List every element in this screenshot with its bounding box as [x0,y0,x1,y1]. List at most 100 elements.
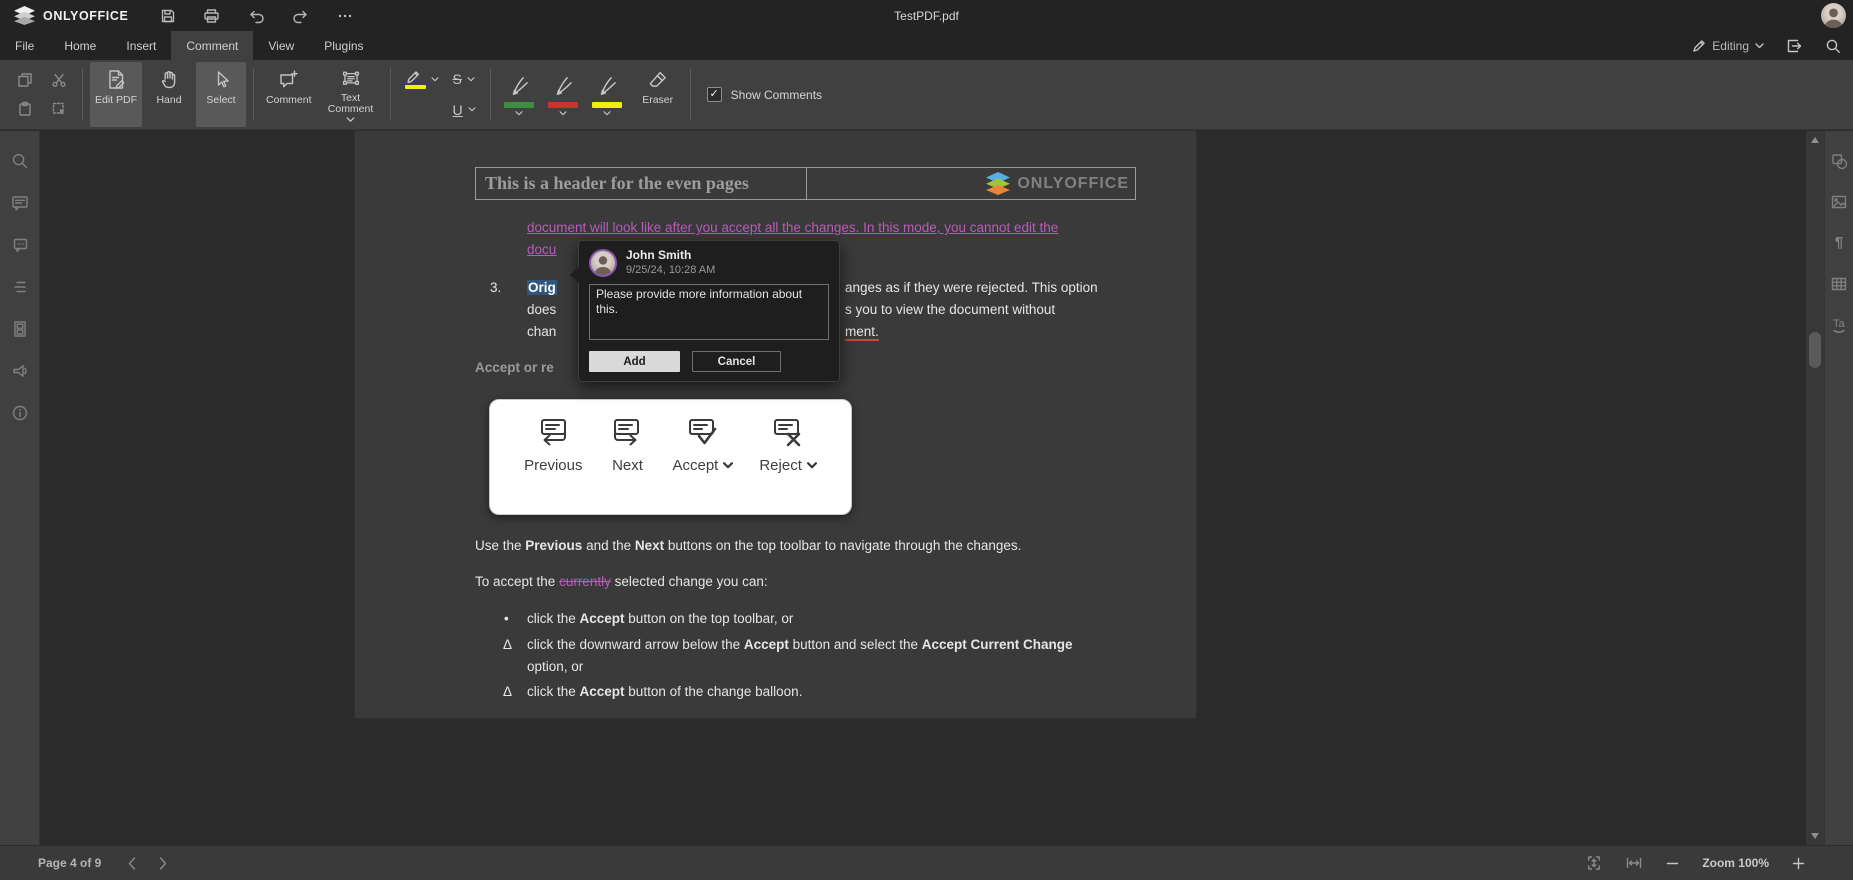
menu-bar: File Home Insert Comment View Plugins Ed… [0,31,1853,60]
show-comments-toggle[interactable]: ✓ Show Comments [706,60,822,129]
mode-selector[interactable]: Editing [1692,39,1764,53]
image-settings-icon [1831,195,1847,209]
textart-settings-icon: Ta [1833,318,1846,333]
panel-navigation-button[interactable] [11,278,29,296]
comment-author-name: John Smith [626,248,692,262]
paste-button[interactable] [17,101,33,117]
right-panel: ¶ Ta [1824,131,1853,845]
bullet-marker: • [504,611,509,626]
paragraph-settings-button[interactable]: ¶ [1835,234,1843,252]
shape-settings-button[interactable] [1830,152,1848,170]
panel-feedback-button[interactable] [11,362,29,380]
open-file-location-button[interactable] [1786,38,1803,54]
print-button[interactable] [203,8,220,24]
comment-toolbar: Edit PDF Hand Select Comment Text Commen… [0,60,1853,130]
highlight-pen-icon [406,71,419,84]
inserted-text-line1: document will look like after you accept… [527,220,1059,235]
tab-plugins[interactable]: Plugins [309,31,378,60]
green-pen-button[interactable] [503,62,534,127]
underline-tool-button[interactable]: U [453,102,476,118]
eraser-button[interactable]: Eraser [633,62,683,127]
underline-glyph: U [452,101,463,118]
add-comment-label: Comment [266,94,312,106]
save-button[interactable] [160,8,176,24]
tab-view[interactable]: View [253,31,309,60]
search-button[interactable] [1825,38,1841,54]
select-tool-button[interactable]: Select [196,62,247,127]
hand-icon [161,71,175,89]
fit-page-button[interactable] [1586,855,1602,871]
panel-thumbnails-button[interactable] [11,320,29,338]
user-avatar[interactable] [1821,3,1846,28]
chevron-down-icon [603,111,611,116]
comment-text-input[interactable]: Please provide more information about th… [589,284,829,340]
status-bar: Page 4 of 9 Zoom 100% [0,845,1853,880]
panel-chat-button[interactable] [11,236,29,254]
tab-home[interactable]: Home [49,31,111,60]
image-settings-button[interactable] [1830,193,1848,211]
red-pen-button[interactable] [547,62,578,127]
chevron-down-icon [559,111,567,116]
highlight-tool-button[interactable] [404,69,439,90]
zoom-out-button[interactable] [1666,857,1679,870]
text-comment-icon [342,71,359,85]
hand-tool-button[interactable]: Hand [144,62,194,127]
next-page-button[interactable] [159,856,167,870]
next-change-button-image: Next [608,417,646,514]
tab-file[interactable]: File [0,31,49,60]
edit-pdf-button[interactable]: Edit PDF [90,62,143,127]
vertical-scrollbar[interactable] [1806,131,1824,845]
onlyoffice-color-logo-icon [986,171,1011,195]
zoom-in-button[interactable] [1792,857,1805,870]
pdf-page[interactable]: This is a header for the even pages ONLY… [355,131,1196,718]
strikeout-tool-button[interactable]: S [453,71,476,87]
previous-change-icon [541,419,567,446]
bullet-item: click the downward arrow below the Accep… [527,637,1073,652]
inserted-text-line2: docu [527,242,557,257]
comment-timestamp: 9/25/24, 10:28 AM [626,264,716,276]
panel-search-button[interactable] [11,152,29,170]
comment-add-button[interactable]: Add [589,351,680,372]
select-all-button[interactable] [51,101,67,117]
marker-pen-icon [600,77,616,95]
item3-line2-right: s you to view the document without [845,302,1056,317]
copy-button[interactable] [17,72,33,88]
fit-width-button[interactable] [1625,855,1643,871]
marquee-select-icon [52,102,65,115]
zoom-level[interactable]: Zoom 100% [1702,856,1769,870]
accept-label: Accept [672,457,719,474]
table-settings-button[interactable] [1830,275,1848,293]
previous-page-button[interactable] [128,856,136,870]
page-indicator[interactable]: Page 4 of 9 [38,856,101,870]
more-button[interactable] [337,8,353,24]
cut-button[interactable] [51,72,67,88]
scroll-up-arrow[interactable] [1811,137,1819,143]
print-icon [204,8,220,23]
redo-button[interactable] [292,8,310,24]
navigation-headings-icon [13,281,26,293]
page-header-logo-text: ONLYOFFICE [1017,174,1129,192]
page-header-table: This is a header for the even pages ONLY… [475,167,1136,200]
scroll-down-arrow[interactable] [1811,833,1819,839]
embedded-review-toolbar-image: Previous Next Accept Reject [489,399,852,515]
previous-label: Previous [524,457,583,474]
paste-icon [19,101,31,116]
yellow-pen-button[interactable] [591,62,622,127]
textart-settings-button[interactable]: Ta [1830,316,1848,334]
tab-comment[interactable]: Comment [171,31,254,60]
fit-width-icon [1627,857,1642,869]
scrollbar-thumb[interactable] [1809,332,1821,368]
text-comment-button[interactable]: Text Comment [319,62,383,127]
panel-about-button[interactable] [11,404,29,422]
add-comment-button[interactable]: Comment [261,62,317,127]
bullet-marker: Δ [503,637,513,652]
panel-comments-button[interactable] [11,194,29,212]
undo-button[interactable] [247,8,265,24]
page-header-logo: ONLYOFFICE [807,168,1135,199]
next-change-icon [614,419,640,446]
chevron-down-icon [1755,42,1764,48]
onlyoffice-pdf-editor: ONLYOFFICE TestPDF.pdf File Home Insert … [0,0,1853,880]
comment-cancel-button[interactable]: Cancel [692,351,781,372]
show-comments-checkbox[interactable]: ✓ [706,87,722,102]
tab-insert[interactable]: Insert [111,31,171,60]
